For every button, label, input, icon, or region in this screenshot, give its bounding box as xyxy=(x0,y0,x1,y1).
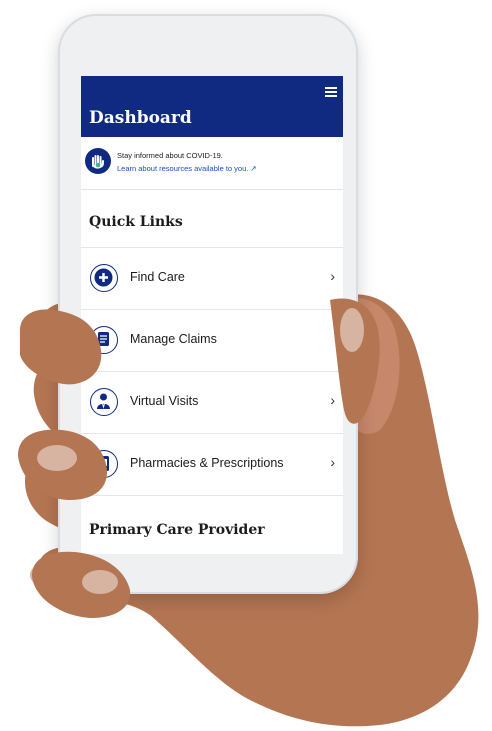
quick-link-label: Manage Claims xyxy=(130,332,217,346)
quick-link-label: Find Care xyxy=(130,270,185,284)
pcp-section: Primary Care Provider xyxy=(81,495,343,554)
quick-link-label: Pharmacies & Prescriptions xyxy=(130,456,284,470)
covid-message: Stay informed about COVID-19. xyxy=(117,151,223,160)
quick-link-virtual-visits[interactable]: Virtual Visits › xyxy=(81,371,343,434)
covid-resources-link[interactable]: Learn about resources available to you. … xyxy=(117,164,257,173)
hand-icon xyxy=(85,148,111,174)
plus-icon xyxy=(90,264,118,292)
document-icon xyxy=(90,326,118,354)
chevron-right-icon: › xyxy=(330,392,335,408)
app-header: Dashboard xyxy=(81,76,343,137)
quick-link-find-care[interactable]: Find Care › xyxy=(81,247,343,310)
quick-link-label: Virtual Visits xyxy=(130,394,199,408)
prescription-icon xyxy=(90,450,118,478)
doctor-icon xyxy=(90,388,118,416)
quick-links-heading: Quick Links xyxy=(89,214,183,230)
quick-link-pharmacies[interactable]: Pharmacies & Prescriptions › xyxy=(81,433,343,496)
covid-banner[interactable]: Stay informed about COVID-19. Learn abou… xyxy=(81,137,343,190)
primary-care-provider-heading: Primary Care Provider xyxy=(89,522,265,538)
phone-screen: Dashboard Stay informed about COVID-19. … xyxy=(81,76,343,554)
chevron-right-icon: › xyxy=(330,454,335,470)
page-title: Dashboard xyxy=(89,108,192,128)
hamburger-menu-icon[interactable] xyxy=(325,87,337,97)
quick-link-manage-claims[interactable]: Manage Claims xyxy=(81,309,343,372)
chevron-right-icon: › xyxy=(330,268,335,284)
